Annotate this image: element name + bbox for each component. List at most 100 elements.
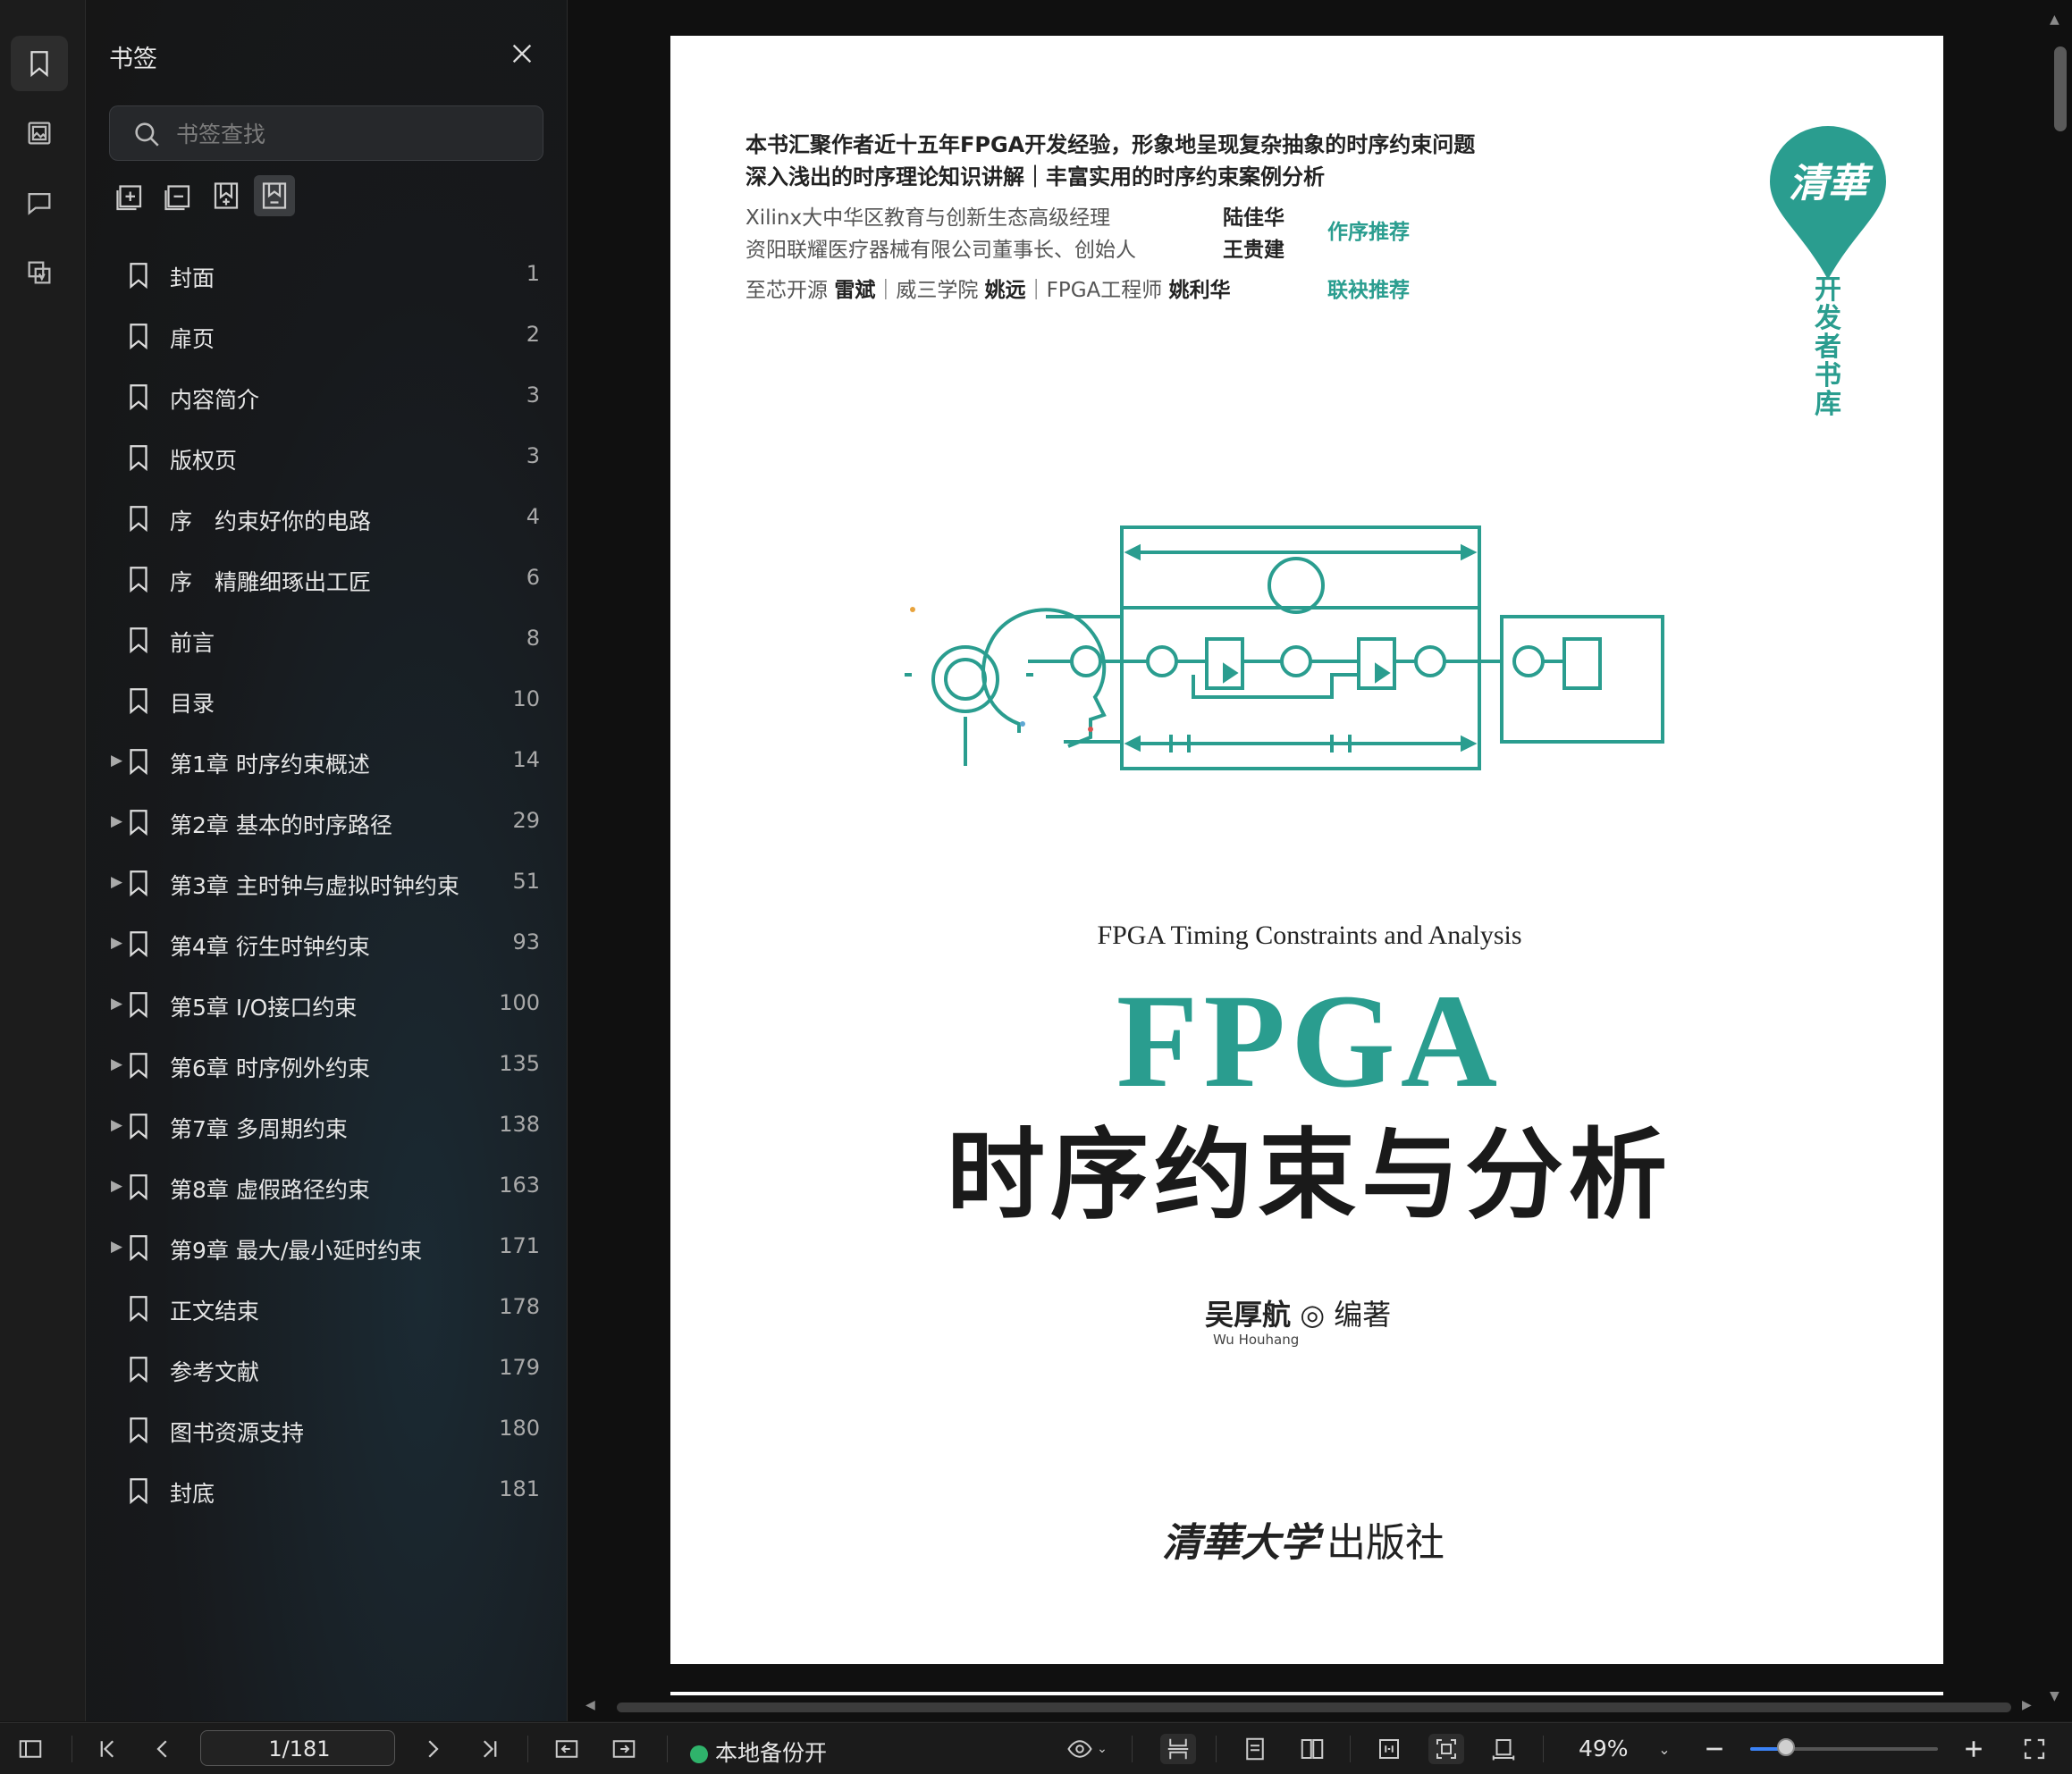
bookmark-label: 正文结束	[170, 1299, 260, 1324]
bookmark-item[interactable]: 正文结束 178	[109, 1280, 547, 1337]
page-number-input[interactable]	[201, 1731, 398, 1767]
thumbnail-panel-button[interactable]	[11, 105, 68, 161]
expand-caret-icon[interactable]: ▶	[111, 995, 122, 1013]
bookmark-item[interactable]: ▶ 第4章 衍生时钟约束 93	[109, 915, 547, 972]
series-char: 者	[1815, 332, 1841, 363]
fit-page-button[interactable]	[1428, 1734, 1464, 1764]
scroll-up-icon[interactable]: ▲	[2050, 13, 2059, 27]
bookmark-label: 版权页	[170, 448, 238, 474]
close-icon[interactable]	[508, 39, 536, 68]
expand-caret-icon[interactable]: ▶	[111, 812, 122, 830]
actual-size-button[interactable]	[1486, 1734, 1521, 1764]
remove-bookmark-button[interactable]	[254, 175, 295, 216]
bookmark-icon	[130, 627, 147, 654]
scroll-left-icon[interactable]: ◀	[585, 1698, 595, 1712]
eye-icon	[1067, 1740, 1092, 1758]
history-back-button[interactable]	[549, 1734, 585, 1764]
bookmark-icon	[130, 1357, 147, 1383]
next-page-edge	[670, 1692, 1943, 1695]
book-subtitle-en: FPGA Timing Constraints and Analysis	[1097, 921, 1522, 950]
bookmark-item[interactable]: ▶ 第6章 时序例外约束 135	[109, 1037, 547, 1094]
fit-width-button[interactable]	[1371, 1734, 1407, 1764]
single-page-button[interactable]	[1237, 1734, 1273, 1764]
recommender-3-name: 雷斌	[834, 279, 876, 302]
annotation-panel-button[interactable]	[11, 175, 68, 231]
decorative-dot	[1088, 727, 1093, 732]
bookmark-item[interactable]: 图书资源支持 180	[109, 1401, 547, 1459]
bookmark-panel-button[interactable]	[11, 36, 68, 91]
bookmark-item[interactable]: 内容简介 3	[109, 368, 547, 425]
expand-caret-icon[interactable]: ▶	[111, 1177, 122, 1195]
zoom-slider-handle[interactable]	[1776, 1738, 1795, 1756]
fit-page-icon	[1436, 1739, 1456, 1759]
bookmark-item[interactable]: ▶ 第7章 多周期约束 138	[109, 1097, 547, 1155]
bookmark-item[interactable]: 目录 10	[109, 672, 547, 729]
page-number-field[interactable]	[200, 1730, 398, 1767]
bookmark-panel: 书签 封面 1 扉页 2 内容简介 3 版权页 3 序 约束好你的电路 4 序 精雕细琢出…	[86, 0, 568, 1721]
expand-caret-icon[interactable]: ▶	[111, 873, 122, 891]
series-char: 发	[1815, 303, 1841, 334]
book-title-zh: 时序约束与分析	[947, 1117, 1672, 1232]
chevron-down-icon: ⌄	[1097, 1742, 1108, 1756]
expand-caret-icon[interactable]: ▶	[111, 1055, 122, 1073]
expand-caret-icon[interactable]: ▶	[111, 1238, 122, 1256]
previous-page-button[interactable]	[145, 1734, 181, 1764]
bookmark-icon	[130, 992, 147, 1019]
vertical-scrollbar[interactable]	[2054, 46, 2067, 131]
bookmark-item[interactable]: ▶ 第3章 主时钟与虚拟时钟约束 51	[109, 854, 547, 912]
expand-caret-icon[interactable]: ▶	[111, 1116, 122, 1134]
sidebar-toggle-icon	[19, 1740, 42, 1758]
bookmark-icon	[130, 931, 147, 958]
panel-title: 书签	[109, 46, 157, 73]
zoom-in-button[interactable]	[1958, 1734, 1990, 1764]
bookmark-label: 前言	[170, 630, 215, 656]
first-page-button[interactable]	[89, 1734, 125, 1764]
read-mode-button[interactable]: ⌄	[1060, 1734, 1114, 1764]
bookmark-icon	[130, 1417, 147, 1444]
two-page-button[interactable]	[1294, 1734, 1330, 1764]
horizontal-scrollbar[interactable]	[617, 1703, 2011, 1712]
next-page-button[interactable]	[415, 1734, 451, 1764]
backup-label: 本地备份开	[715, 1740, 828, 1766]
bookmark-item[interactable]: ▶ 第5章 I/O接口约束 100	[109, 976, 547, 1033]
bookmark-search-input[interactable]	[174, 115, 526, 153]
bookmark-icon	[130, 1478, 147, 1505]
bookmark-item[interactable]: ▶ 第1章 时序约束概述 14	[109, 733, 547, 790]
bookmark-item[interactable]: 封面 1	[109, 247, 547, 304]
zoom-dropdown-button[interactable]: ⌄	[1654, 1734, 1675, 1764]
scroll-right-icon[interactable]: ▶	[2022, 1698, 2032, 1712]
bookmark-item[interactable]: ▶ 第2章 基本的时序路径 29	[109, 794, 547, 851]
fullscreen-button[interactable]	[2017, 1734, 2052, 1764]
bookmark-item[interactable]: 序 约束好你的电路 4	[109, 490, 547, 547]
toggle-sidebar-button[interactable]	[13, 1734, 48, 1764]
expand-all-icon	[116, 185, 142, 211]
continuous-scroll-button[interactable]	[1160, 1734, 1196, 1764]
bookmark-item[interactable]: 序 精雕细琢出工匠 6	[109, 551, 547, 608]
bookmark-item[interactable]: 前言 8	[109, 611, 547, 668]
history-forward-button[interactable]	[606, 1734, 642, 1764]
bookmark-icon	[130, 749, 147, 776]
last-page-button[interactable]	[472, 1734, 508, 1764]
recommender-1-name: 陆佳华	[1223, 206, 1284, 230]
expand-caret-icon[interactable]: ▶	[111, 934, 122, 952]
expand-caret-icon[interactable]: ▶	[111, 752, 122, 769]
bookmark-item[interactable]: 版权页 3	[109, 429, 547, 486]
add-bookmark-button[interactable]	[206, 175, 247, 216]
extract-panel-button[interactable]	[11, 245, 68, 300]
collapse-all-button[interactable]	[157, 175, 198, 216]
bookmark-item[interactable]: 封底 181	[109, 1462, 547, 1519]
local-backup-toggle[interactable]: 本地备份开	[690, 1736, 827, 1768]
bookmark-icon	[130, 870, 147, 897]
zoom-level[interactable]: 49%	[1579, 1736, 1629, 1761]
bookmark-item[interactable]: 扉页 2	[109, 307, 547, 365]
bookmark-item[interactable]: ▶ 第9章 最大/最小延时约束 171	[109, 1219, 547, 1276]
bookmark-page: 163	[499, 1173, 540, 1198]
bookmark-icon	[130, 506, 147, 533]
zoom-out-button[interactable]	[1698, 1734, 1731, 1764]
expand-all-button[interactable]	[109, 175, 150, 216]
series-char: 书	[1815, 360, 1841, 391]
bookmark-item[interactable]: ▶ 第8章 虚假路径约束 163	[109, 1158, 547, 1215]
scroll-down-icon[interactable]: ▼	[2050, 1689, 2059, 1703]
series-char: 库	[1815, 389, 1841, 420]
bookmark-item[interactable]: 参考文献 179	[109, 1341, 547, 1398]
